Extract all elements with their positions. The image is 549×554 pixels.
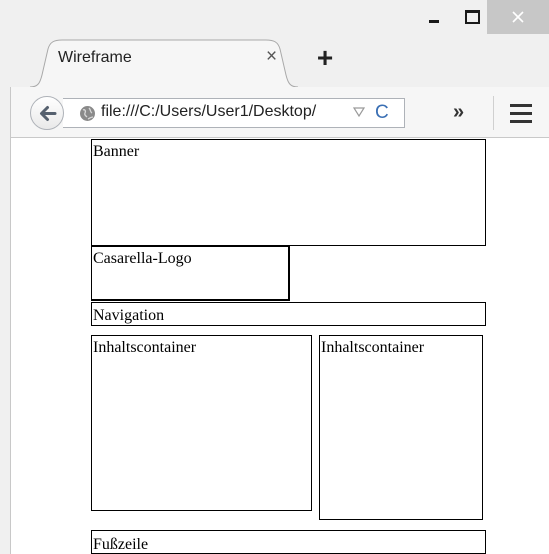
new-tab-button[interactable]: +	[311, 44, 339, 72]
footer-label: Fußzeile	[93, 536, 149, 553]
footer-box: Fußzeile	[91, 530, 486, 554]
banner-label: Banner	[93, 143, 140, 160]
logo-label: Casarella-Logo	[93, 250, 192, 267]
toolbar-separator	[493, 96, 494, 130]
content-right-label: Inhaltscontainer	[321, 339, 425, 356]
dropdown-arrow-icon[interactable]	[353, 107, 365, 117]
maximize-button[interactable]	[457, 0, 487, 34]
tab-wireframe[interactable]: Wireframe ×	[30, 39, 298, 88]
banner-box: Banner	[91, 139, 486, 246]
content-container-right: Inhaltscontainer	[319, 335, 483, 520]
navigation-box: Navigation	[91, 302, 486, 326]
overflow-button[interactable]: »	[453, 101, 464, 124]
content-container-left: Inhaltscontainer	[91, 335, 312, 511]
back-arrow-icon	[40, 106, 57, 121]
page-content: Banner Casarella-Logo Navigation Inhalts…	[11, 138, 549, 554]
logo-box: Casarella-Logo	[91, 246, 290, 301]
back-button[interactable]	[30, 96, 64, 130]
close-window-button[interactable]	[487, 0, 549, 34]
globe-icon	[80, 106, 95, 121]
close-icon	[512, 11, 524, 23]
tab-title: Wireframe	[58, 49, 132, 66]
minimize-icon	[429, 19, 439, 23]
maximize-icon	[464, 10, 480, 24]
minimize-button[interactable]	[411, 0, 457, 34]
content-left-label: Inhaltscontainer	[93, 339, 197, 356]
url-text: file:///C:/Users/User1/Desktop/	[101, 103, 317, 120]
tab-close-button[interactable]: ×	[266, 47, 277, 67]
url-bar[interactable]: file:///C:/Users/User1/Desktop/ C	[63, 98, 405, 128]
hamburger-menu-icon[interactable]	[510, 104, 532, 128]
reload-button[interactable]: C	[375, 101, 389, 125]
navigation-label: Navigation	[93, 307, 165, 324]
